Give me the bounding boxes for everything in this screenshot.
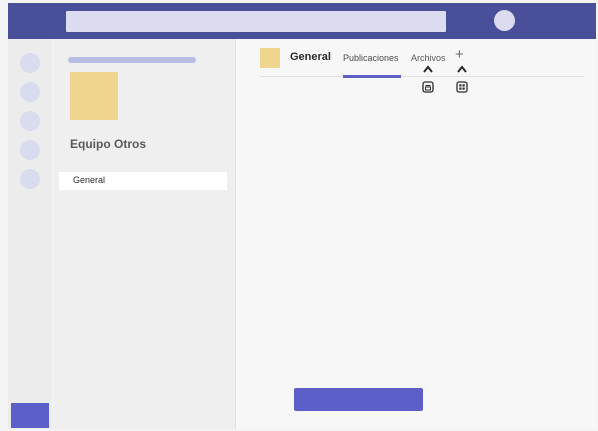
caret-up-icon <box>423 65 433 73</box>
rail-app-icon[interactable] <box>20 111 40 131</box>
new-conversation-button[interactable] <box>294 388 423 411</box>
tab-publicaciones[interactable]: Publicaciones <box>343 53 399 63</box>
channel-view: General Publicaciones Archivos + <box>236 39 596 429</box>
team-header-placeholder <box>68 57 196 63</box>
rail-app-icon[interactable] <box>20 82 40 102</box>
app-window: Equipo Otros General General Publicacion… <box>0 0 598 431</box>
rail-app-icon[interactable] <box>20 140 40 160</box>
team-panel: Equipo Otros General <box>53 39 236 429</box>
channel-item-general[interactable]: General <box>59 172 227 190</box>
add-tab-icon[interactable]: + <box>455 47 464 62</box>
team-avatar[interactable] <box>70 72 118 120</box>
channel-label: General <box>73 175 106 185</box>
tab-archivos[interactable]: Archivos <box>411 53 446 63</box>
apps-grid-icon[interactable] <box>456 81 468 93</box>
tab-divider <box>260 76 584 77</box>
top-bar <box>8 3 596 39</box>
active-tab-indicator <box>343 75 401 78</box>
rail-bottom-button[interactable] <box>11 403 49 428</box>
app-rail <box>8 39 52 429</box>
rail-app-icon[interactable] <box>20 53 40 73</box>
team-name: Equipo Otros <box>70 137 146 151</box>
caret-up-icon <box>457 65 467 73</box>
profile-avatar[interactable] <box>494 10 515 31</box>
channel-team-icon <box>260 48 280 68</box>
channel-title: General <box>290 51 331 63</box>
search-input[interactable] <box>66 11 446 32</box>
file-tab-icon[interactable] <box>422 81 434 93</box>
rail-app-icon[interactable] <box>20 169 40 189</box>
